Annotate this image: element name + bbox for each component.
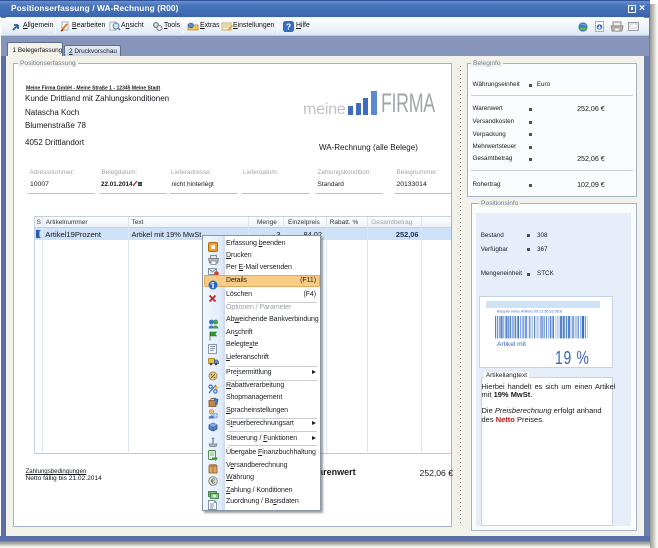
svg-text:?: ? — [286, 21, 291, 31]
